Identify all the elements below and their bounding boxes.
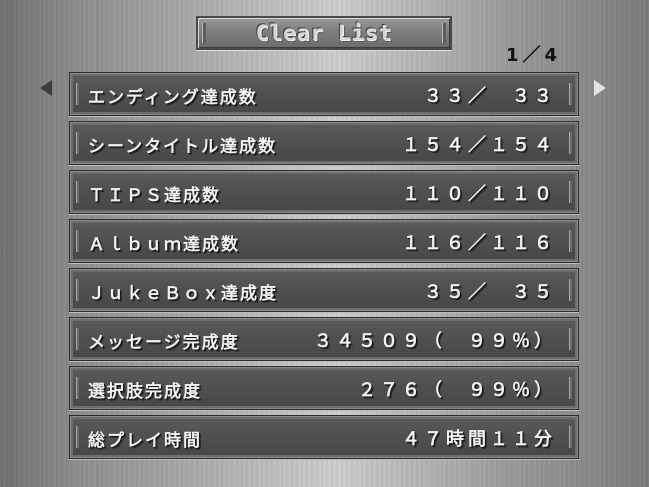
list-item-choices: 選択肢完成度 ２７６（ ９９％） <box>69 366 579 410</box>
list-item-label: ＴＩＰＳ達成数 <box>88 186 221 206</box>
page-title: Clear List <box>255 21 393 45</box>
list-item-label: エンディング達成数 <box>88 88 258 108</box>
list-item-play-time: 総プレイ時間 ４７時間１１分 <box>69 415 579 459</box>
list-item-jukebox: ＪｕｋｅＢｏｘ達成度 ３５／ ３５ <box>69 268 579 312</box>
list-item-value: １５４／１５４ <box>402 135 556 156</box>
left-triangle-arrow-icon[interactable] <box>40 80 52 96</box>
list-item-value: ３３／ ３３ <box>424 86 556 107</box>
list-item-album: Ａｌｂｕｍ達成数 １１６／１１６ <box>69 219 579 263</box>
list-item-value: ４７時間１１分 <box>402 429 556 450</box>
right-triangle-arrow-icon[interactable] <box>594 80 606 96</box>
list-item-ending: エンディング達成数 ３３／ ３３ <box>69 72 579 116</box>
list-item-value: ２７６（ ９９％） <box>358 380 556 401</box>
list-item-value: ３５／ ３５ <box>424 282 556 303</box>
list-item-scene-title: シーンタイトル達成数 １５４／１５４ <box>69 121 579 165</box>
page-indicator: 1／4 <box>506 45 562 66</box>
list-item-label: シーンタイトル達成数 <box>88 137 278 157</box>
list-item-value: ３４５０９（ ９９％） <box>314 331 556 352</box>
list-item-label: 総プレイ時間 <box>88 431 202 451</box>
title-plate: Clear List <box>196 16 452 50</box>
list-item-value: １１０／１１０ <box>402 184 556 205</box>
list-item-label: メッセージ完成度 <box>88 333 240 353</box>
list-item-label: ＪｕｋｅＢｏｘ達成度 <box>88 284 278 304</box>
list-item-label: 選択肢完成度 <box>88 382 202 402</box>
list-item-value: １１６／１１６ <box>402 233 556 254</box>
list-item-tips: ＴＩＰＳ達成数 １１０／１１０ <box>69 170 579 214</box>
list-item-message: メッセージ完成度 ３４５０９（ ９９％） <box>69 317 579 361</box>
list-item-label: Ａｌｂｕｍ達成数 <box>88 235 240 255</box>
